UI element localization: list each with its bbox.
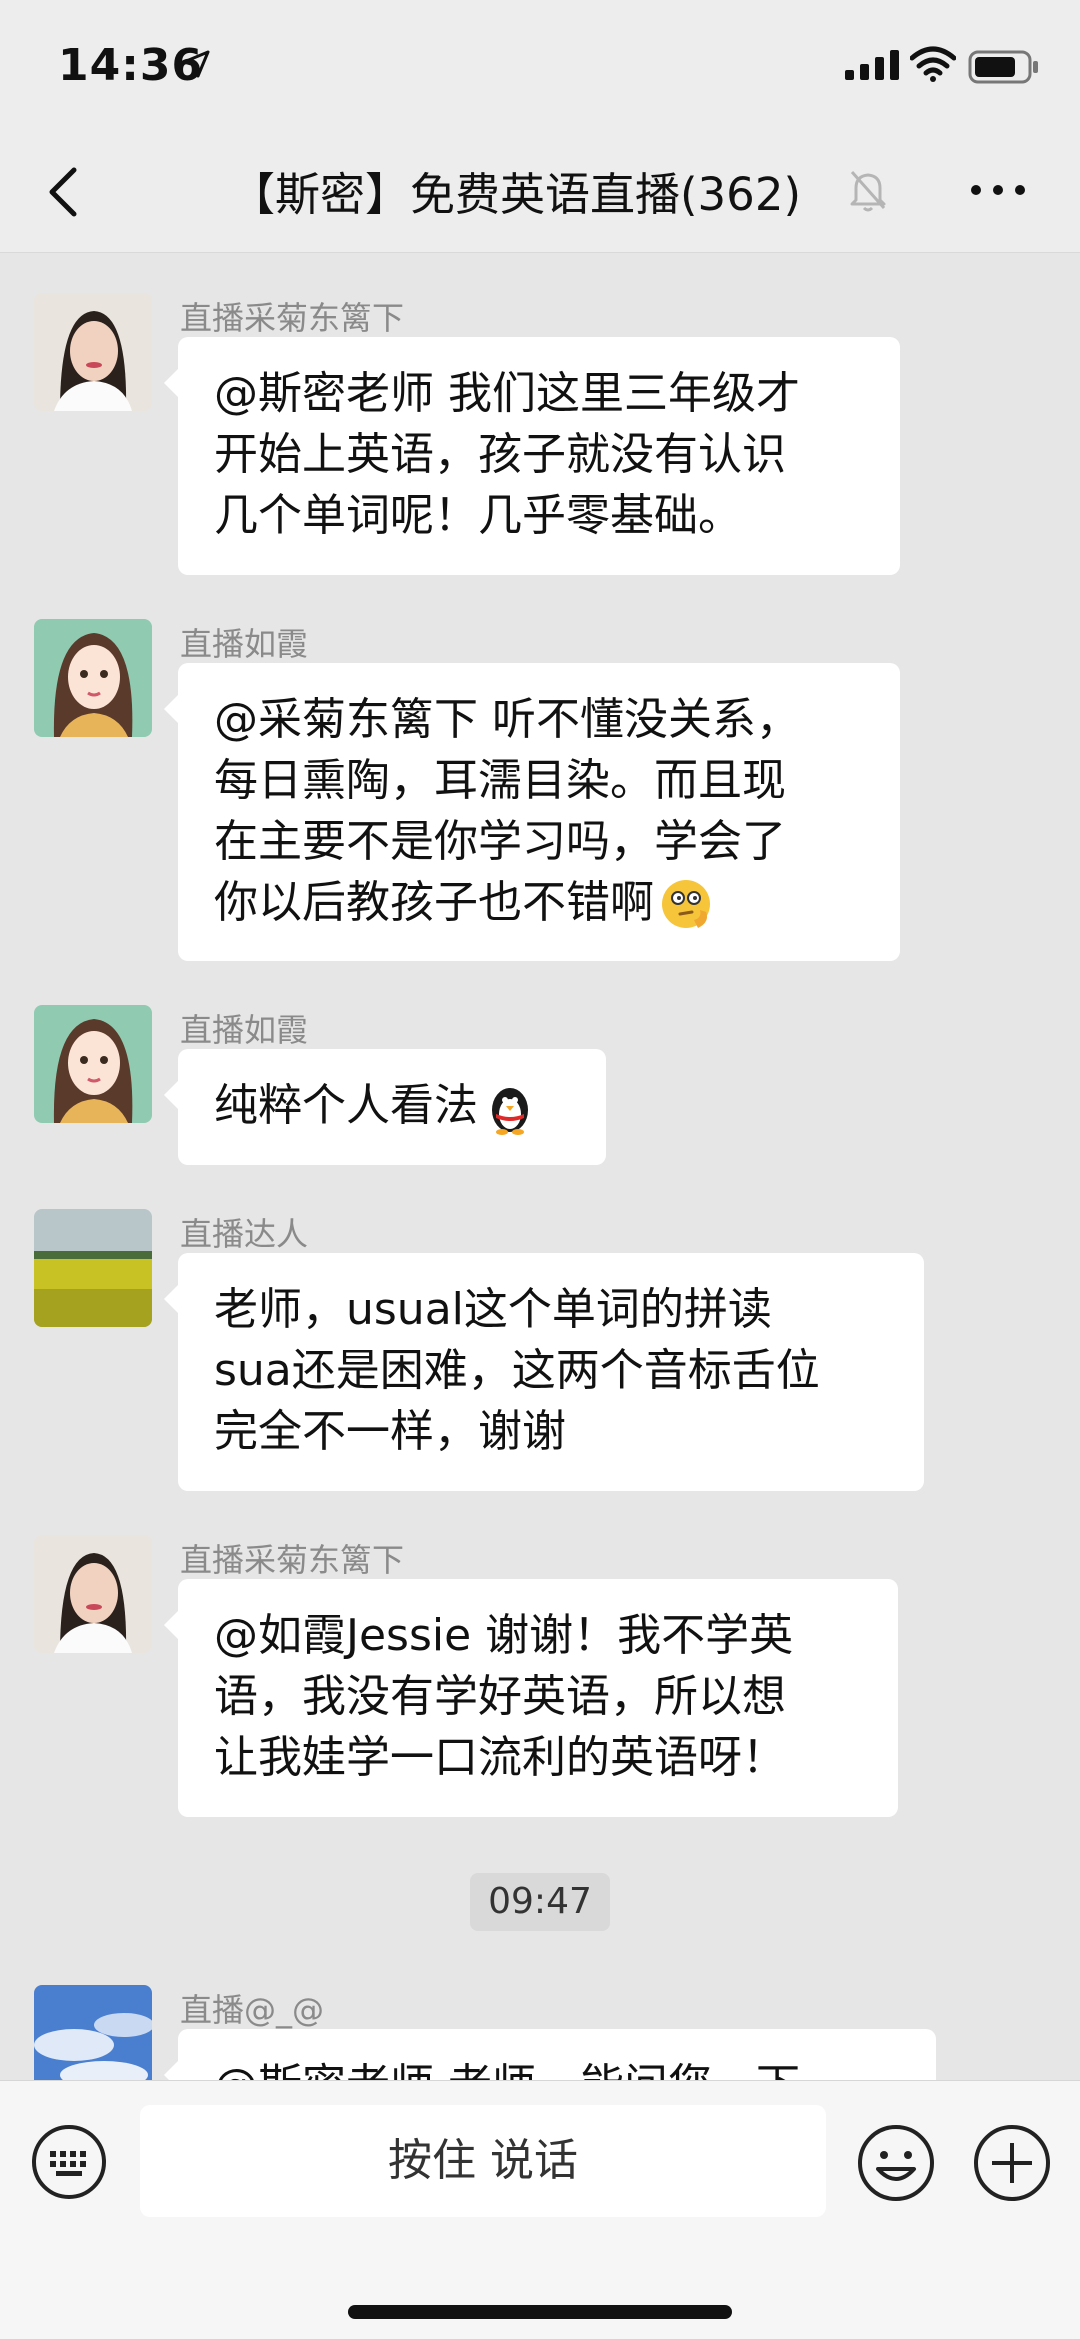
home-indicator[interactable] [348,2305,732,2319]
avatar-woman-photo-icon [34,293,152,411]
chat-title: 【斯密】免费英语直播(362) [230,168,802,221]
hold-to-talk-button[interactable]: 按住 说话 [140,2105,826,2217]
message-bubble[interactable]: 老师，usual这个单词的拼读 sua还是困难，这两个音标舌位 完全不一样，谢谢 [164,1253,924,1491]
input-bar: 按住 说话 [0,2080,1080,2339]
avatar[interactable] [34,1985,152,2080]
message-text-line: @斯密老师 我们这里三年级才 [214,368,800,419]
message-text-line: 老师，usual这个单词的拼读 [214,1284,772,1335]
sender-name: 直播达人 [180,1215,309,1253]
more-options-button[interactable] [968,170,1028,210]
back-button[interactable] [34,156,94,226]
message-bubble[interactable]: @斯密老师 我们这里三年级才 开始上英语，孩子就没有认识 几个单词呢！几乎零基础… [164,337,900,575]
chat-message-list[interactable]: 直播采菊东篱下 @斯密老师 我们这里三年级才 开始上英语，孩子就没有认识 几个单… [0,253,1080,2080]
keyboard-toggle-button[interactable] [30,2123,108,2205]
thinking-face-emoji-icon [662,880,710,928]
avatar[interactable] [34,1005,152,1123]
avatar-cartoon-girl-icon [34,619,152,737]
message-text-line: 纯粹个人看法 [214,1075,570,1136]
message-bubble[interactable]: @如霞Jessie 谢谢！我不学英 语，我没有学好英语，所以想 让我娃学一口流利… [164,1579,898,1817]
message-text: 你以后教孩子也不错啊 [214,877,654,928]
keyboard-icon [32,2125,106,2199]
message-text-line: 在主要不是你学习吗，学会了 [214,816,786,867]
nav-bar: 【斯密】免费英语直播(362) [0,130,1080,253]
mute-bell-icon [850,171,886,212]
cellular-signal-icon [845,50,899,80]
wifi-icon [910,46,956,82]
smiley-face-icon [858,2125,934,2201]
message-text-line: 让我娃学一口流利的英语呀！ [214,1732,786,1783]
add-attachment-button[interactable] [972,2123,1052,2207]
message-text-line: @采菊东篱下 听不懂没关系， [214,694,800,745]
sender-name: 直播@_@ [180,1991,325,2029]
location-arrow-icon [182,50,210,78]
message-text-line: @如霞Jessie 谢谢！我不学英 [214,1610,794,1661]
message-text-line: sua还是困难，这两个音标舌位 [214,1345,820,1396]
message-text-line: 开始上英语，孩子就没有认识 [214,429,786,480]
message-text-line: 每日熏陶，耳濡目染。而且现 [214,755,786,806]
avatar-blue-sky-icon [34,1985,152,2080]
plus-circle-icon [974,2125,1050,2201]
message-bubble[interactable]: 纯粹个人看法 [164,1049,606,1165]
chat-screen: 14:36 【斯密】免费英语直播(362) 直播采菊东篱下 @斯密老师 我们这里… [0,0,1080,2339]
message-timestamp: 09:47 [470,1873,610,1931]
more-dots-icon [971,185,1025,195]
sender-name: 直播如霞 [180,1011,309,1049]
back-chevron-icon [49,167,77,217]
penguin-emoji-icon [492,1088,528,1135]
message-text: 纯粹个人看法 [214,1080,478,1131]
avatar[interactable] [34,293,152,411]
sender-name: 直播如霞 [180,625,309,663]
message-bubble[interactable]: @采菊东篱下 听不懂没关系， 每日熏陶，耳濡目染。而且现 在主要不是你学习吗，学… [164,663,900,961]
message-bubble[interactable]: @斯密老师 老师，能问您一下 [164,2029,936,2080]
avatar[interactable] [34,619,152,737]
message-text-line: 你以后教孩子也不错啊 [214,872,864,934]
avatar-rapeseed-field-icon [34,1209,152,1327]
message-text-line: 几个单词呢！几乎零基础。 [214,490,742,541]
message-text-line: 语，我没有学好英语，所以想 [214,1671,786,1722]
emoji-button[interactable] [856,2123,936,2207]
avatar[interactable] [34,1209,152,1327]
avatar-woman-photo-icon [34,1535,152,1653]
message-text-line: 完全不一样，谢谢 [214,1406,566,1457]
avatar-cartoon-girl-icon [34,1005,152,1123]
avatar[interactable] [34,1535,152,1653]
sender-name: 直播采菊东篱下 [180,1541,405,1579]
sender-name: 直播采菊东篱下 [180,299,405,337]
battery-icon [968,50,1038,84]
message-text-line: @斯密老师 老师，能问您一下 [214,2055,900,2080]
status-bar: 14:36 [0,0,1080,130]
